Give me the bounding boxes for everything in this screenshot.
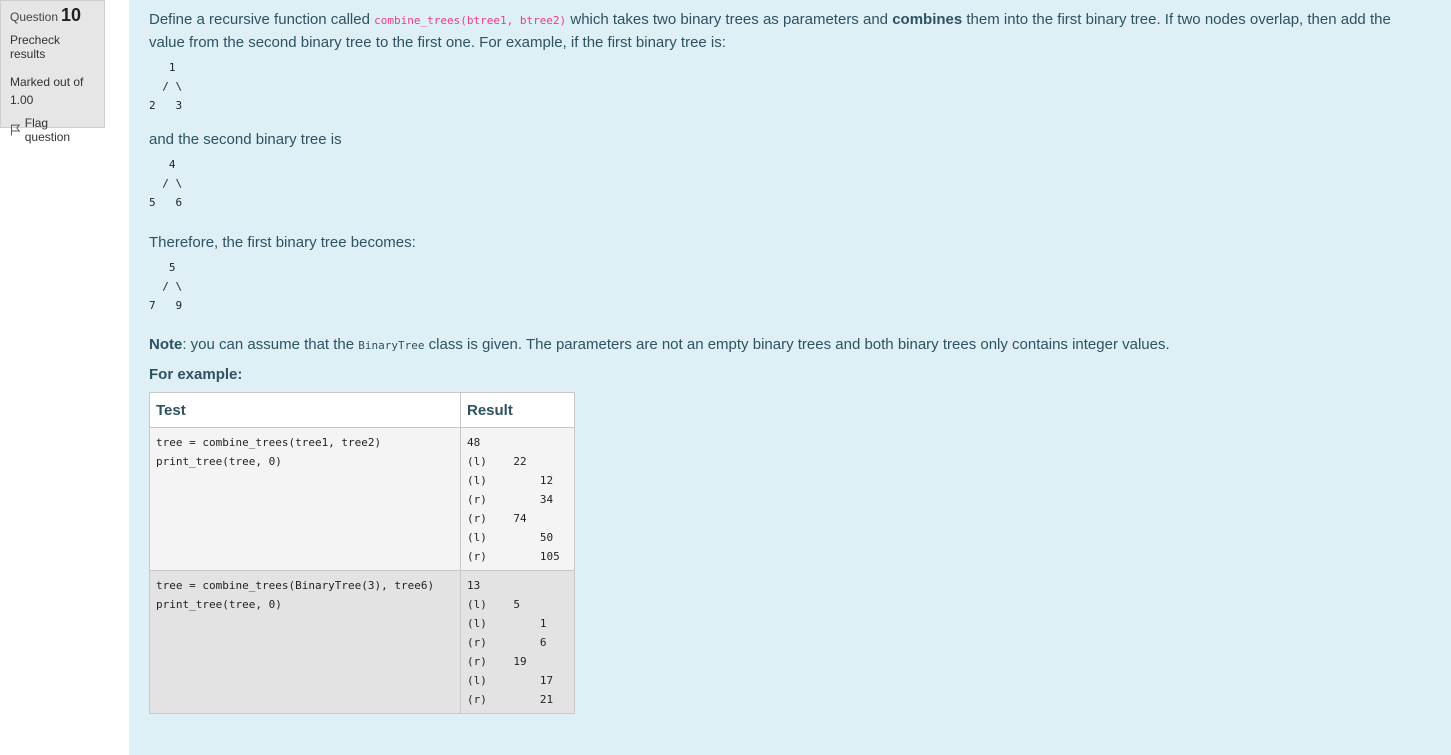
therefore-text: Therefore, the first binary tree becomes… [149, 234, 416, 251]
tree-diagram-1: 1 / \ 2 3 [149, 61, 183, 112]
examples-table: Test Result tree = combine_trees(tree1, … [149, 392, 575, 714]
column-header-result: Result [460, 392, 575, 428]
question-grade: Marked out of 1.00 [10, 75, 84, 107]
intro-text-2: which takes two binary trees as paramete… [566, 11, 893, 28]
question-label: Question [10, 10, 59, 24]
note-text-2: class is given. The parameters are not a… [424, 336, 1170, 353]
binarytree-code: BinaryTree [358, 339, 425, 352]
flag-icon [10, 124, 21, 136]
result-cell: 13 (l) 5 (l) 1 (r) 6 (r) 19 (l) 17 (r) 2… [460, 570, 575, 714]
table-row: tree = combine_trees(tree1, tree2) print… [149, 427, 575, 571]
table-header-row: Test Result [149, 392, 575, 428]
question-intro: Define a recursive function called combi… [149, 9, 1419, 54]
tree-diagram-2: 4 / \ 5 6 [149, 158, 183, 209]
result-output: 48 (l) 22 (l) 12 (r) 34 (r) 74 (l) 50 (r… [467, 436, 560, 563]
function-signature-code: combine_trees(btree1, btree2) [374, 14, 567, 27]
result-cell: 48 (l) 22 (l) 12 (r) 34 (r) 74 (l) 50 (r… [460, 427, 575, 571]
question-info-panel: Question 10 Precheck results Marked out o… [0, 0, 105, 144]
result-output: 13 (l) 5 (l) 1 (r) 6 (r) 19 (l) 17 (r) 2… [467, 579, 554, 706]
for-example-heading: For example: [149, 366, 243, 383]
question-number: Question 10 [10, 5, 95, 26]
note-paragraph: Note: you can assume that the BinaryTree… [149, 334, 1431, 357]
column-header-test: Test [149, 392, 461, 428]
tree-diagram-3: 5 / \ 7 9 [149, 261, 183, 312]
intro-text-1: Define a recursive function called [149, 11, 375, 28]
note-text-1: : you can assume that the [182, 336, 359, 353]
question-number-value: 10 [61, 5, 82, 25]
test-code: tree = combine_trees(tree1, tree2) print… [156, 436, 382, 468]
test-cell: tree = combine_trees(tree1, tree2) print… [149, 427, 461, 571]
intro-bold: combines [892, 11, 963, 28]
test-cell: tree = combine_trees(BinaryTree(3), tree… [149, 570, 461, 714]
note-label: Note [149, 336, 183, 353]
table-row: tree = combine_trees(BinaryTree(3), tree… [149, 570, 575, 714]
second-tree-text: and the second binary tree is [149, 131, 342, 148]
question-content: Define a recursive function called combi… [129, 0, 1451, 755]
flag-question-link[interactable]: Flag question [10, 116, 95, 144]
question-state: Precheck results [10, 33, 61, 61]
test-code: tree = combine_trees(BinaryTree(3), tree… [156, 579, 435, 611]
flag-question-label: Flag question [24, 116, 71, 144]
